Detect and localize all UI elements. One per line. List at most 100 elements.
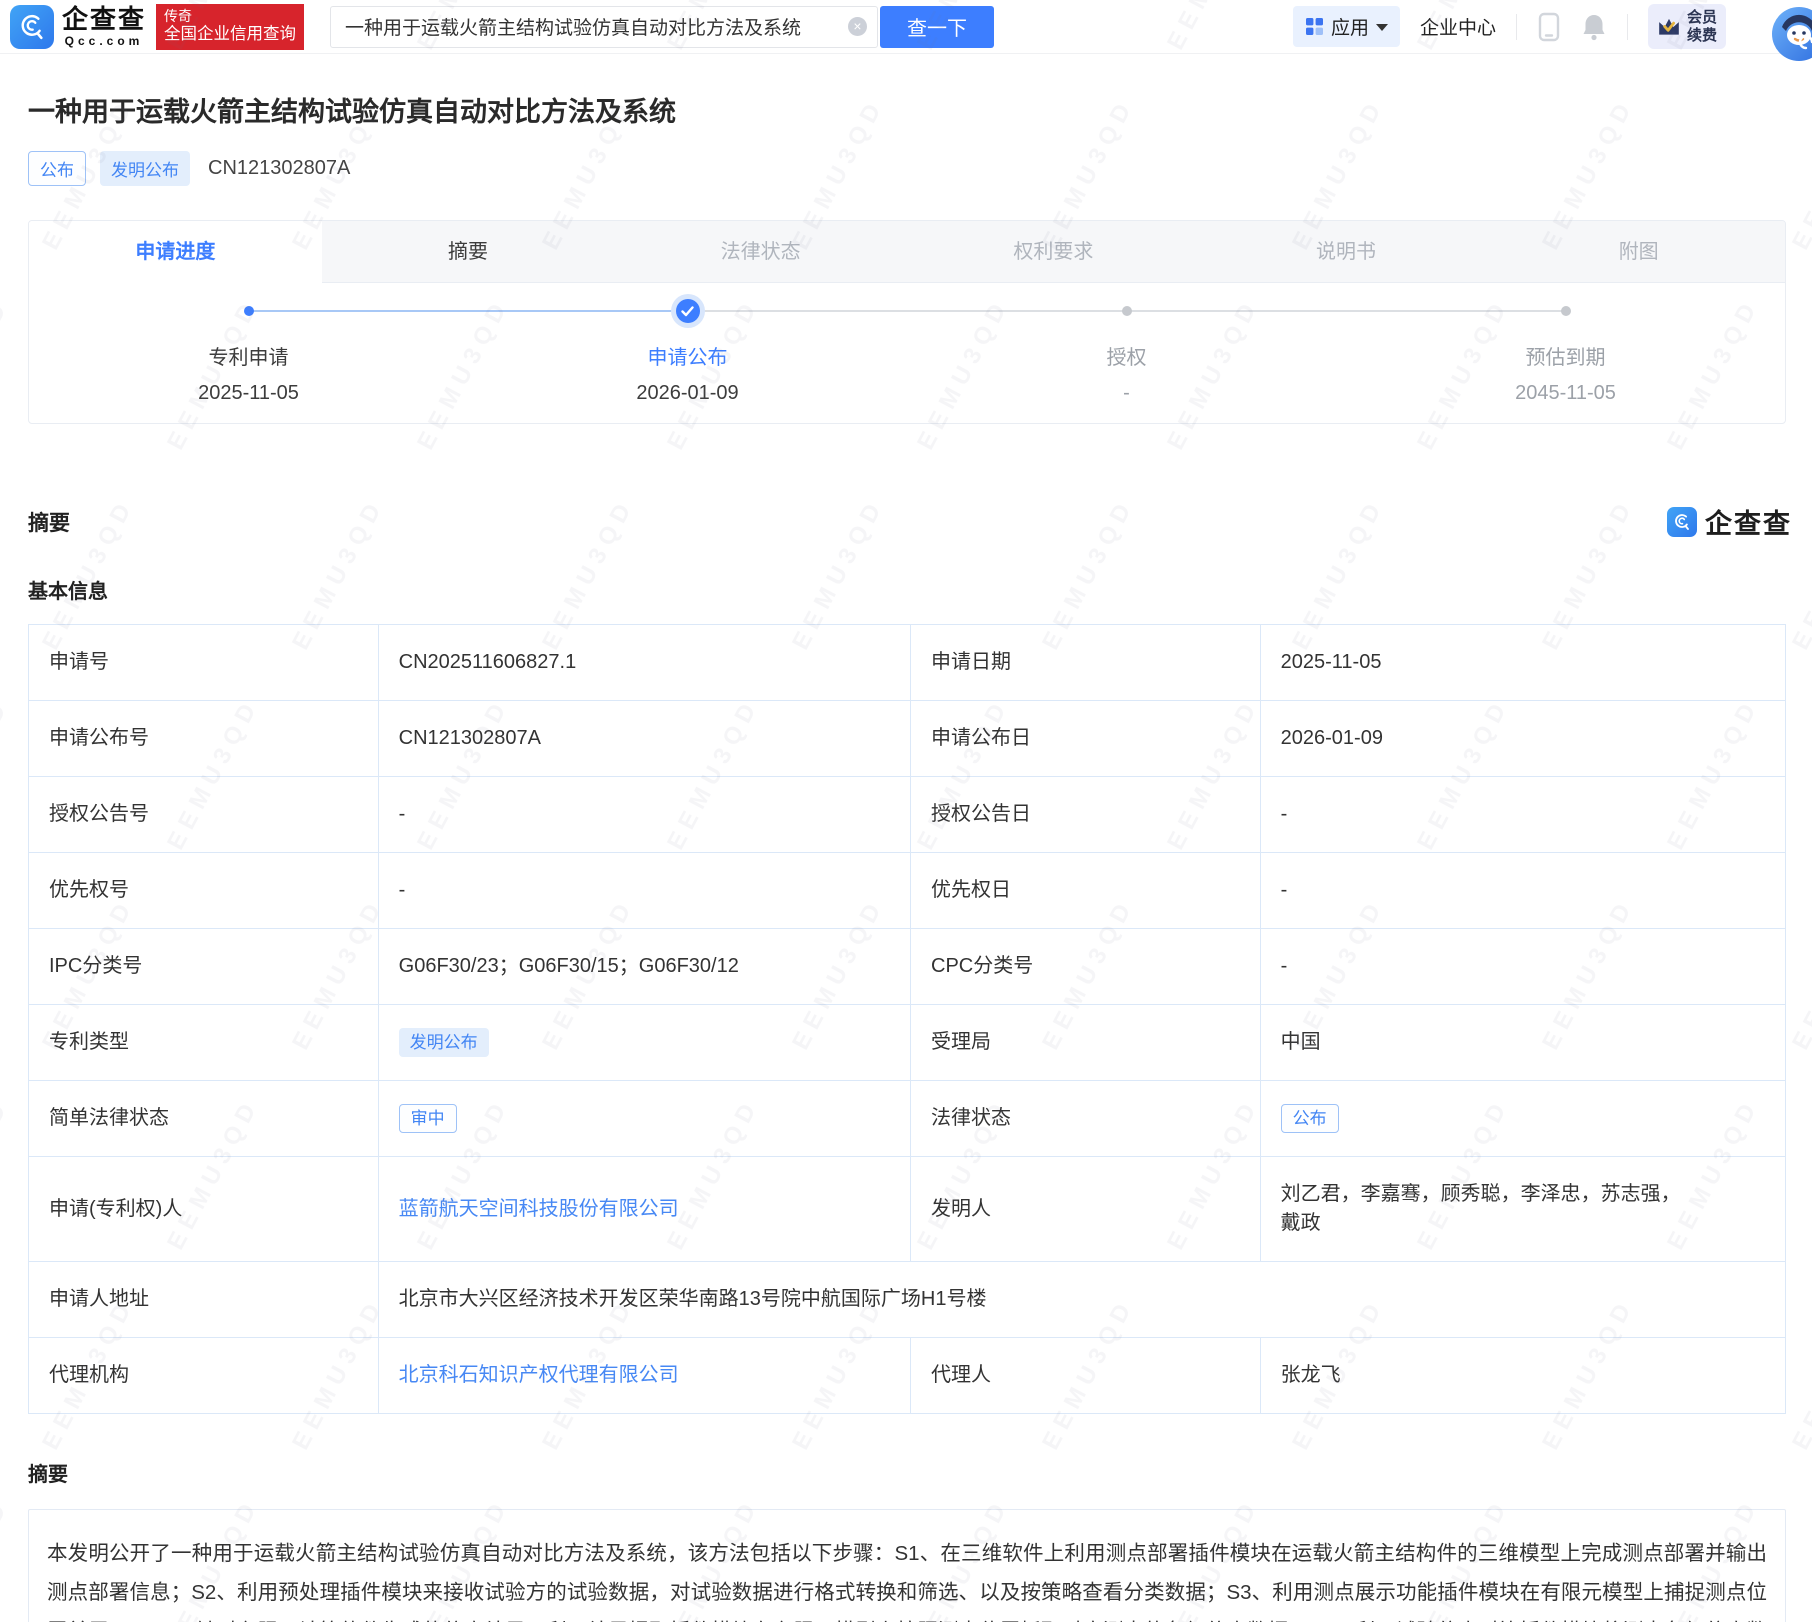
tab-4[interactable]: 权利要求: [907, 221, 1200, 283]
field-label: 优先权号: [29, 853, 379, 929]
timeline-step-label: 申请公布: [468, 341, 907, 370]
summary-section-title: 摘要: [28, 507, 70, 537]
field-label: 申请公布日: [911, 701, 1261, 777]
clear-search-icon[interactable]: ×: [848, 17, 867, 36]
abstract-section-title: 摘要: [28, 1458, 1786, 1487]
vip-line1: 会员: [1687, 9, 1717, 26]
field-label: 申请号: [29, 625, 379, 701]
value-text: 2025-11-05: [1281, 651, 1382, 673]
field-value: 2025-11-05: [1260, 625, 1785, 701]
value-badge: 审中: [399, 1104, 457, 1133]
mobile-app-icon[interactable]: [1537, 12, 1561, 42]
table-row: 申请号 CN202511606827.1 申请日期 2025-11-05: [29, 625, 1786, 701]
field-label: IPC分类号: [29, 929, 379, 1005]
field-label: 优先权日: [911, 853, 1261, 929]
abstract-text: 本发明公开了一种用于运载火箭主结构试验仿真自动对比方法及系统，该方法包括以下步骤…: [28, 1509, 1786, 1622]
timeline-step: 预估到期 2045-11-05: [1346, 299, 1785, 405]
table-row: 优先权号-优先权日-: [29, 853, 1786, 929]
value-text: 北京市大兴区经济技术开发区荣华南路13号院中航国际广场H1号楼: [399, 1288, 987, 1310]
field-label: 申请(专利权)人: [29, 1157, 379, 1262]
field-label: 发明人: [911, 1157, 1261, 1262]
entity-link[interactable]: 北京科石知识产权代理有限公司: [399, 1364, 679, 1386]
customer-service-mascot-button[interactable]: [1770, 5, 1812, 63]
field-label: 申请公布号: [29, 701, 379, 777]
value-text: -: [1281, 803, 1288, 825]
timeline-dot: [244, 306, 254, 316]
basic-info-title: 基本信息: [28, 575, 1786, 604]
notification-bell-icon[interactable]: [1581, 13, 1607, 41]
field-value: 北京市大兴区经济技术开发区荣华南路13号院中航国际广场H1号楼: [378, 1262, 1785, 1338]
apps-label: 应用: [1331, 13, 1369, 40]
entity-link[interactable]: 蓝箭航天空间科技股份有限公司: [399, 1198, 679, 1220]
field-value: CN121302807A: [378, 701, 910, 777]
tab-2[interactable]: 摘要: [322, 221, 615, 283]
tab-1[interactable]: 申请进度: [29, 221, 322, 283]
qcc-logo-icon: [10, 5, 54, 49]
value-text: CN121302807A: [399, 727, 541, 749]
field-value: 北京科石知识产权代理有限公司: [378, 1338, 910, 1414]
timeline-dot: [1561, 306, 1571, 316]
field-value: -: [378, 853, 910, 929]
tab-bar: 申请进度摘要法律状态权利要求说明书附图: [29, 221, 1785, 283]
timeline-step-date: 2045-11-05: [1346, 382, 1785, 405]
tab-3[interactable]: 法律状态: [614, 221, 907, 283]
value-text: 刘乙君，李嘉骞，顾秀聪，李泽忠，苏志强， 戴政: [1281, 1183, 1681, 1234]
field-label: 法律状态: [911, 1081, 1261, 1157]
divider: [1516, 14, 1517, 40]
field-value: 公布: [1260, 1081, 1785, 1157]
value-text: G06F30/23；G06F30/15；G06F30/12: [399, 955, 739, 977]
value-badge: 发明公布: [399, 1028, 489, 1057]
qcc-logo[interactable]: 企查查 Qcc.com: [10, 5, 146, 49]
field-value: -: [1260, 853, 1785, 929]
field-label: 申请日期: [911, 625, 1261, 701]
tab-5[interactable]: 说明书: [1200, 221, 1493, 283]
search-box: ×: [330, 6, 878, 48]
value-text: CN202511606827.1: [399, 651, 577, 673]
field-label: 代理机构: [29, 1338, 379, 1414]
field-value: 刘乙君，李嘉骞，顾秀聪，李泽忠，苏志强， 戴政: [1260, 1157, 1785, 1262]
value-text: -: [399, 803, 406, 825]
qcc-brand-mark: 企查查: [1667, 502, 1792, 541]
vip-renew-button[interactable]: 会员 续费: [1648, 4, 1726, 49]
progress-panel: 申请进度摘要法律状态权利要求说明书附图 专利申请 2025-11-05申请公布 20…: [28, 220, 1786, 424]
tab-6[interactable]: 附图: [1492, 221, 1785, 283]
field-value: G06F30/23；G06F30/15；G06F30/12: [378, 929, 910, 1005]
value-text: 中国: [1281, 1031, 1321, 1053]
table-row: 授权公告号-授权公告日-: [29, 777, 1786, 853]
table-row: 简单法律状态审中法律状态公布: [29, 1081, 1786, 1157]
apps-menu[interactable]: 应用: [1293, 6, 1400, 47]
value-text: 张龙飞: [1281, 1364, 1341, 1386]
timeline-step-label: 预估到期: [1346, 341, 1785, 370]
brand-domain: Qcc.com: [65, 34, 144, 48]
field-value: 审中: [378, 1081, 910, 1157]
basic-info-table: 申请号 CN202511606827.1 申请日期 2025-11-05 申请公布号 CN…: [28, 624, 1786, 1414]
field-label: CPC分类号: [911, 929, 1261, 1005]
timeline-step-label: 专利申请: [29, 341, 468, 370]
checkmark-icon: [676, 299, 700, 323]
value-text: 2026-01-09: [1281, 727, 1383, 749]
crown-icon: [1657, 17, 1681, 37]
field-value: 发明公布: [378, 1005, 910, 1081]
qcc-brand-icon: [1667, 507, 1697, 537]
table-row: 代理机构北京科石知识产权代理有限公司代理人张龙飞: [29, 1338, 1786, 1414]
value-text: -: [1281, 955, 1288, 977]
timeline-step-label: 授权: [907, 341, 1346, 370]
value-badge: 公布: [1281, 1104, 1339, 1133]
field-label: 授权公告日: [911, 777, 1261, 853]
search-input[interactable]: [345, 16, 840, 38]
enterprise-center-link[interactable]: 企业中心: [1420, 13, 1496, 40]
timeline-step-date: 2026-01-09: [468, 382, 907, 405]
application-timeline: 专利申请2025-11-05申请公布2026-01-09授权-预估到期2045-…: [29, 283, 1785, 423]
timeline-step: 专利申请 2025-11-05: [29, 299, 468, 405]
value-text: -: [1281, 879, 1288, 901]
timeline-dot: [1122, 306, 1132, 316]
vip-line2: 续费: [1687, 27, 1717, 44]
promo-line2: 全国企业信用查询: [164, 25, 296, 44]
timeline-step: 申请公布 2026-01-09: [468, 299, 907, 405]
promo-badge[interactable]: 传奇 全国企业信用查询: [156, 4, 304, 50]
field-value: 蓝箭航天空间科技股份有限公司: [378, 1157, 910, 1262]
timeline-step-date: 2025-11-05: [29, 382, 468, 405]
field-value: 张龙飞: [1260, 1338, 1785, 1414]
search-button[interactable]: 查一下: [880, 6, 994, 48]
value-text: -: [399, 879, 406, 901]
